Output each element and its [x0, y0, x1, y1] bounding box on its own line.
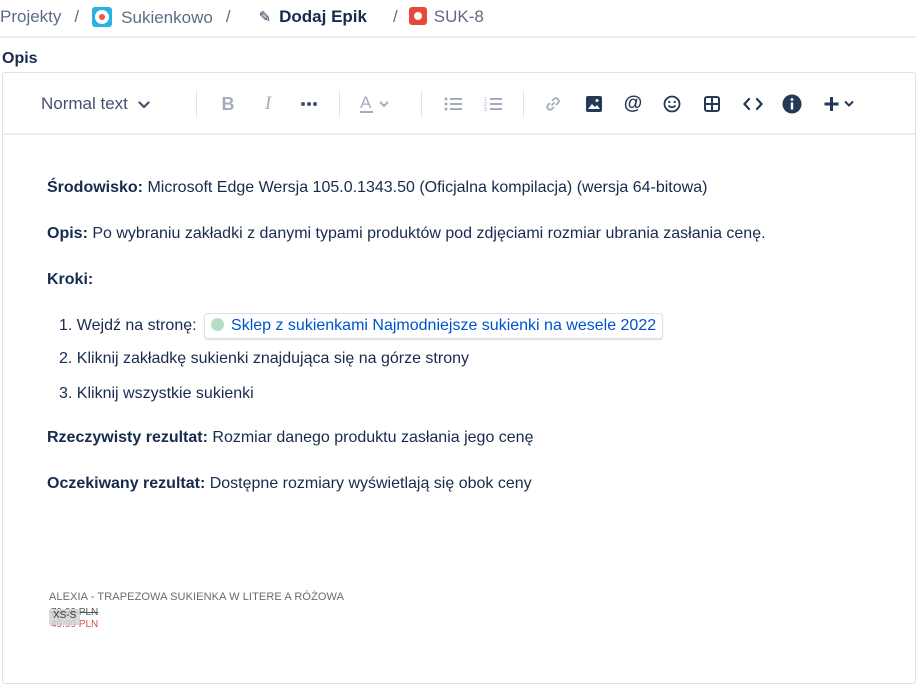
list-item-text: Kliknij wszystkie sukienki	[76, 385, 254, 402]
environment-label: Środowisko:	[47, 179, 144, 196]
breadcrumb-separator: /	[393, 7, 398, 26]
add-epic-link[interactable]: ✎ Dodaj Epik	[259, 7, 367, 27]
description-editor[interactable]: Normal text B I A 123 @ Środowisko: Micr…	[2, 72, 916, 684]
breadcrumb-projects[interactable]: Projekty	[0, 7, 61, 27]
breadcrumb-separator: /	[225, 7, 231, 26]
screenshot-size-badge: XS-S	[49, 609, 81, 625]
expected-result-label: Oczekiwany rezultat:	[47, 475, 206, 492]
breadcrumb-project[interactable]: Sukienkowo	[92, 6, 213, 28]
code-icon[interactable]	[740, 73, 766, 135]
image-icon[interactable]	[582, 73, 606, 135]
bug-icon	[408, 7, 427, 25]
list-item: 1. Wejdź na stronę: Sklep z sukienkami N…	[59, 313, 664, 339]
inline-link-label: Sklep z sukienkami Najmodniejsze sukienk…	[231, 317, 657, 334]
screenshot-product-title: ALEXIA - TRAPEZOWA SUKIENKA W LITERE A R…	[49, 591, 345, 603]
inline-link-card[interactable]: Sklep z sukienkami Najmodniejsze sukienk…	[204, 313, 664, 339]
project-icon	[92, 6, 113, 27]
mention-icon[interactable]: @	[621, 73, 645, 135]
environment-paragraph: Środowisko: Microsoft Edge Wersja 105.0.…	[47, 179, 707, 197]
breadcrumb-separator: /	[74, 7, 80, 26]
link-icon[interactable]	[541, 73, 565, 135]
description-field-label: Opis	[2, 50, 38, 67]
description-label: Opis:	[47, 225, 88, 242]
more-formatting-icon[interactable]	[297, 73, 321, 135]
bullet-list-icon[interactable]	[441, 73, 465, 135]
breadcrumb: Projekty / Sukienkowo / ✎ Dodaj Epik / SU…	[0, 0, 916, 34]
breadcrumb-project-label: Sukienkowo	[121, 7, 213, 27]
editor-content[interactable]: Środowisko: Microsoft Edge Wersja 105.0.…	[3, 135, 915, 683]
insert-more-icon[interactable]	[821, 73, 861, 135]
add-epic-label: Dodaj Epik	[279, 7, 367, 26]
breadcrumb-issue-key: SUK-8	[433, 7, 484, 26]
site-favicon-icon	[211, 318, 225, 331]
bold-icon[interactable]: B	[217, 73, 239, 135]
expected-result-paragraph: Oczekiwany rezultat: Dostępne rozmiary w…	[47, 475, 532, 493]
list-item-text: Wejdź na stronę:	[76, 317, 197, 334]
expected-result-value: Dostępne rozmiary wyświetlają się obok c…	[205, 475, 532, 492]
list-item-number: 2.	[59, 350, 73, 367]
toolbar-divider	[339, 91, 340, 117]
steps-label: Kroki:	[47, 271, 94, 288]
text-style-dropdown[interactable]: Normal text	[41, 73, 150, 135]
description-value: Po wybraniu zakładki z danymi typami pro…	[87, 225, 766, 242]
description-paragraph: Opis: Po wybraniu zakładki z danymi typa…	[47, 225, 766, 243]
emoji-icon[interactable]	[660, 73, 684, 135]
text-color-icon[interactable]: A	[357, 73, 397, 135]
header-divider	[0, 36, 916, 38]
toolbar-divider	[196, 91, 197, 117]
svg-text:3: 3	[484, 107, 487, 111]
actual-result-paragraph: Rzeczywisty rezultat: Rozmiar danego pro…	[47, 429, 533, 447]
toolbar-divider	[421, 91, 422, 117]
toolbar-divider	[523, 91, 524, 117]
table-icon[interactable]	[700, 73, 724, 135]
breadcrumb-issue[interactable]: SUK-8	[408, 7, 484, 27]
list-item: 3. Kliknij wszystkie sukienki	[59, 385, 254, 403]
svg-text:A: A	[360, 94, 372, 112]
chevron-down-icon	[138, 97, 150, 112]
list-item-number: 1.	[59, 317, 73, 334]
numbered-list-icon[interactable]: 123	[481, 73, 505, 135]
list-item-text: Kliknij zakładkę sukienki znajdująca się…	[76, 350, 469, 367]
attached-screenshot[interactable]: ALEXIA - TRAPEZOWA SUKIENKA W LITERE A R…	[49, 591, 389, 647]
info-panel-icon[interactable]	[780, 73, 804, 135]
pencil-icon: ✎	[258, 9, 272, 26]
list-item-number: 3.	[59, 385, 73, 402]
steps-heading: Kroki:	[47, 271, 93, 289]
italic-icon[interactable]: I	[257, 73, 279, 135]
actual-result-value: Rozmiar danego produktu zasłania jego ce…	[207, 429, 534, 446]
list-item: 2. Kliknij zakładkę sukienki znajdująca …	[59, 350, 469, 368]
text-style-label: Normal text	[41, 94, 128, 113]
environment-value: Microsoft Edge Wersja 105.0.1343.50 (Ofi…	[143, 179, 708, 196]
editor-toolbar: Normal text B I A 123 @	[3, 73, 915, 135]
actual-result-label: Rzeczywisty rezultat:	[47, 429, 208, 446]
